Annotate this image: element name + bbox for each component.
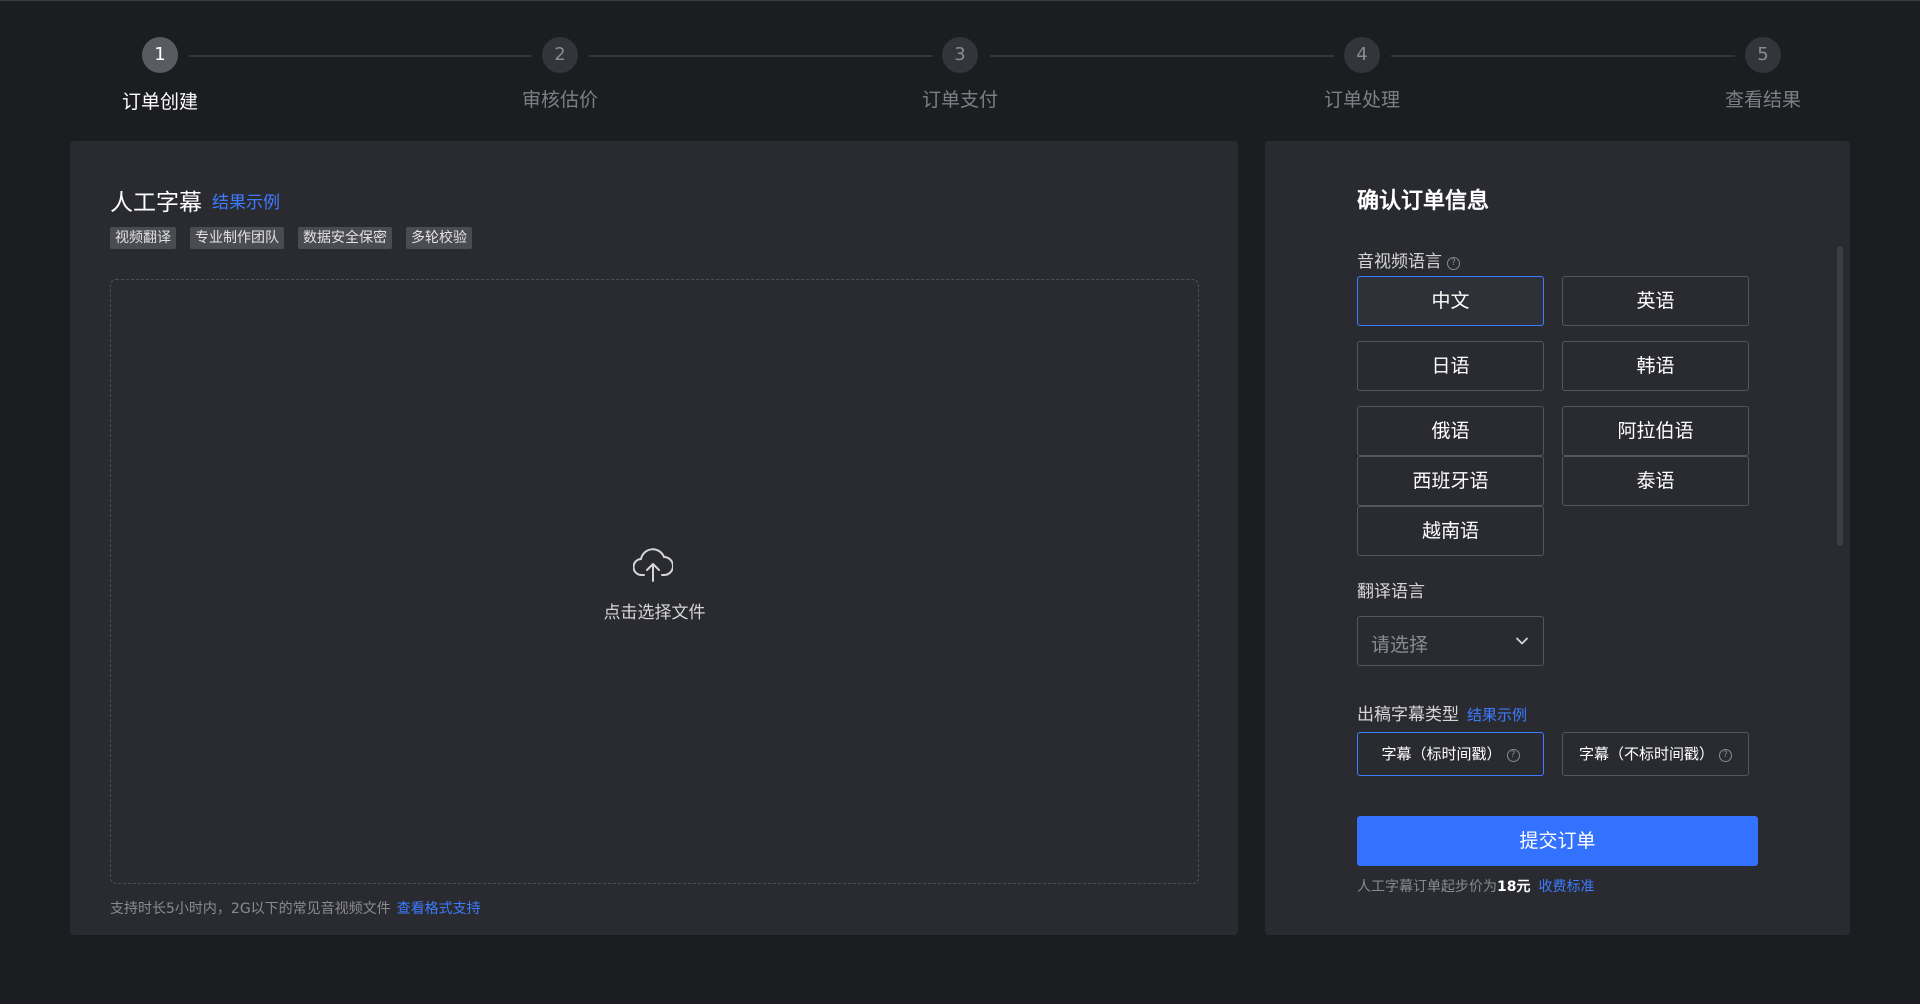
order-info-title: 确认订单信息 [1357, 189, 1490, 214]
price-prefix: 人工字幕订单起步价为 [1357, 879, 1497, 895]
upload-prompt[interactable]: 点击选择文件 [111, 598, 1198, 623]
language-option-russian[interactable]: 俄语 [1357, 406, 1544, 456]
step-3: 3 订单支付 [860, 37, 1060, 112]
select-placeholder: 请选择 [1371, 634, 1429, 656]
format-support-link[interactable]: 查看格式支持 [397, 901, 481, 917]
subtitle-type-text: 字幕（标时间戳） [1381, 745, 1502, 763]
upload-hint-text: 支持时长5小时内，2G以下的常见音视频文件 [110, 901, 391, 917]
language-option-korean[interactable]: 韩语 [1562, 341, 1749, 391]
feature-tag: 数据安全保密 [298, 227, 392, 249]
audio-language-label-text: 音视频语言 [1357, 252, 1442, 272]
help-icon[interactable]: ? [1447, 257, 1460, 270]
order-info-panel: 确认订单信息 音视频语言? 中文 英语 日语 韩语 俄语 阿拉伯语 西班牙语 泰… [1265, 141, 1850, 935]
translation-language-label: 翻译语言 [1357, 582, 1425, 602]
help-icon[interactable]: ? [1506, 749, 1520, 762]
subtitle-type-text: 字幕（不标时间戳） [1578, 745, 1714, 763]
service-title: 人工字幕 [110, 190, 202, 216]
step-1: 1 订单创建 [60, 37, 260, 114]
step-number: 2 [542, 37, 578, 73]
progress-steps: 1 订单创建 2 审核估价 3 订单支付 4 订单处理 5 查看结果 [0, 0, 1920, 130]
subtitle-type-with-timestamp[interactable]: 字幕（标时间戳）? [1357, 732, 1544, 776]
step-number: 1 [142, 37, 178, 73]
chevron-down-icon [1516, 637, 1528, 645]
language-option-japanese[interactable]: 日语 [1357, 341, 1544, 391]
step-number: 5 [1745, 37, 1781, 73]
file-dropzone[interactable]: 点击选择文件 [110, 279, 1199, 884]
step-label: 订单创建 [121, 91, 198, 113]
step-label: 订单处理 [1323, 89, 1400, 111]
pricing-standard-link[interactable]: 收费标准 [1538, 879, 1594, 895]
translation-language-select[interactable]: 请选择 [1357, 616, 1544, 666]
step-label: 订单支付 [921, 89, 998, 111]
result-example-link[interactable]: 结果示例 [212, 188, 280, 213]
feature-tag: 视频翻译 [110, 227, 176, 249]
cloud-upload-icon [633, 548, 673, 582]
upload-panel: 人工字幕 结果示例 视频翻译 专业制作团队 数据安全保密 多轮校验 点击选择文件… [70, 141, 1238, 935]
feature-tag: 多轮校验 [406, 227, 472, 249]
upload-hint: 支持时长5小时内，2G以下的常见音视频文件 查看格式支持 [110, 898, 481, 918]
feature-tag: 专业制作团队 [190, 227, 284, 249]
language-option-thai[interactable]: 泰语 [1562, 456, 1749, 506]
step-5: 5 查看结果 [1663, 37, 1863, 112]
subtitle-result-example-link[interactable]: 结果示例 [1467, 706, 1527, 724]
step-label: 审核估价 [521, 89, 598, 111]
feature-tags: 视频翻译 专业制作团队 数据安全保密 多轮校验 [110, 227, 472, 249]
subtitle-type-without-timestamp[interactable]: 字幕（不标时间戳）? [1562, 732, 1749, 776]
step-number: 3 [942, 37, 978, 73]
subtitle-type-label-text: 出稿字幕类型 [1357, 705, 1459, 725]
language-option-chinese[interactable]: 中文 [1357, 276, 1544, 326]
language-option-vietnamese[interactable]: 越南语 [1357, 506, 1544, 556]
language-option-english[interactable]: 英语 [1562, 276, 1749, 326]
scrollbar[interactable] [1837, 246, 1843, 546]
step-number: 4 [1344, 37, 1380, 73]
step-4: 4 订单处理 [1262, 37, 1462, 112]
language-option-arabic[interactable]: 阿拉伯语 [1562, 406, 1749, 456]
audio-language-label: 音视频语言? [1357, 247, 1460, 272]
step-2: 2 审核估价 [460, 37, 660, 112]
price-info: 人工字幕订单起步价为18元 收费标准 [1357, 876, 1594, 896]
submit-order-button[interactable]: 提交订单 [1357, 816, 1758, 866]
step-label: 查看结果 [1724, 89, 1801, 111]
price-value: 18元 [1497, 879, 1531, 895]
language-option-spanish[interactable]: 西班牙语 [1357, 456, 1544, 506]
help-icon[interactable]: ? [1719, 749, 1732, 762]
subtitle-type-label: 出稿字幕类型 结果示例 [1357, 700, 1527, 725]
